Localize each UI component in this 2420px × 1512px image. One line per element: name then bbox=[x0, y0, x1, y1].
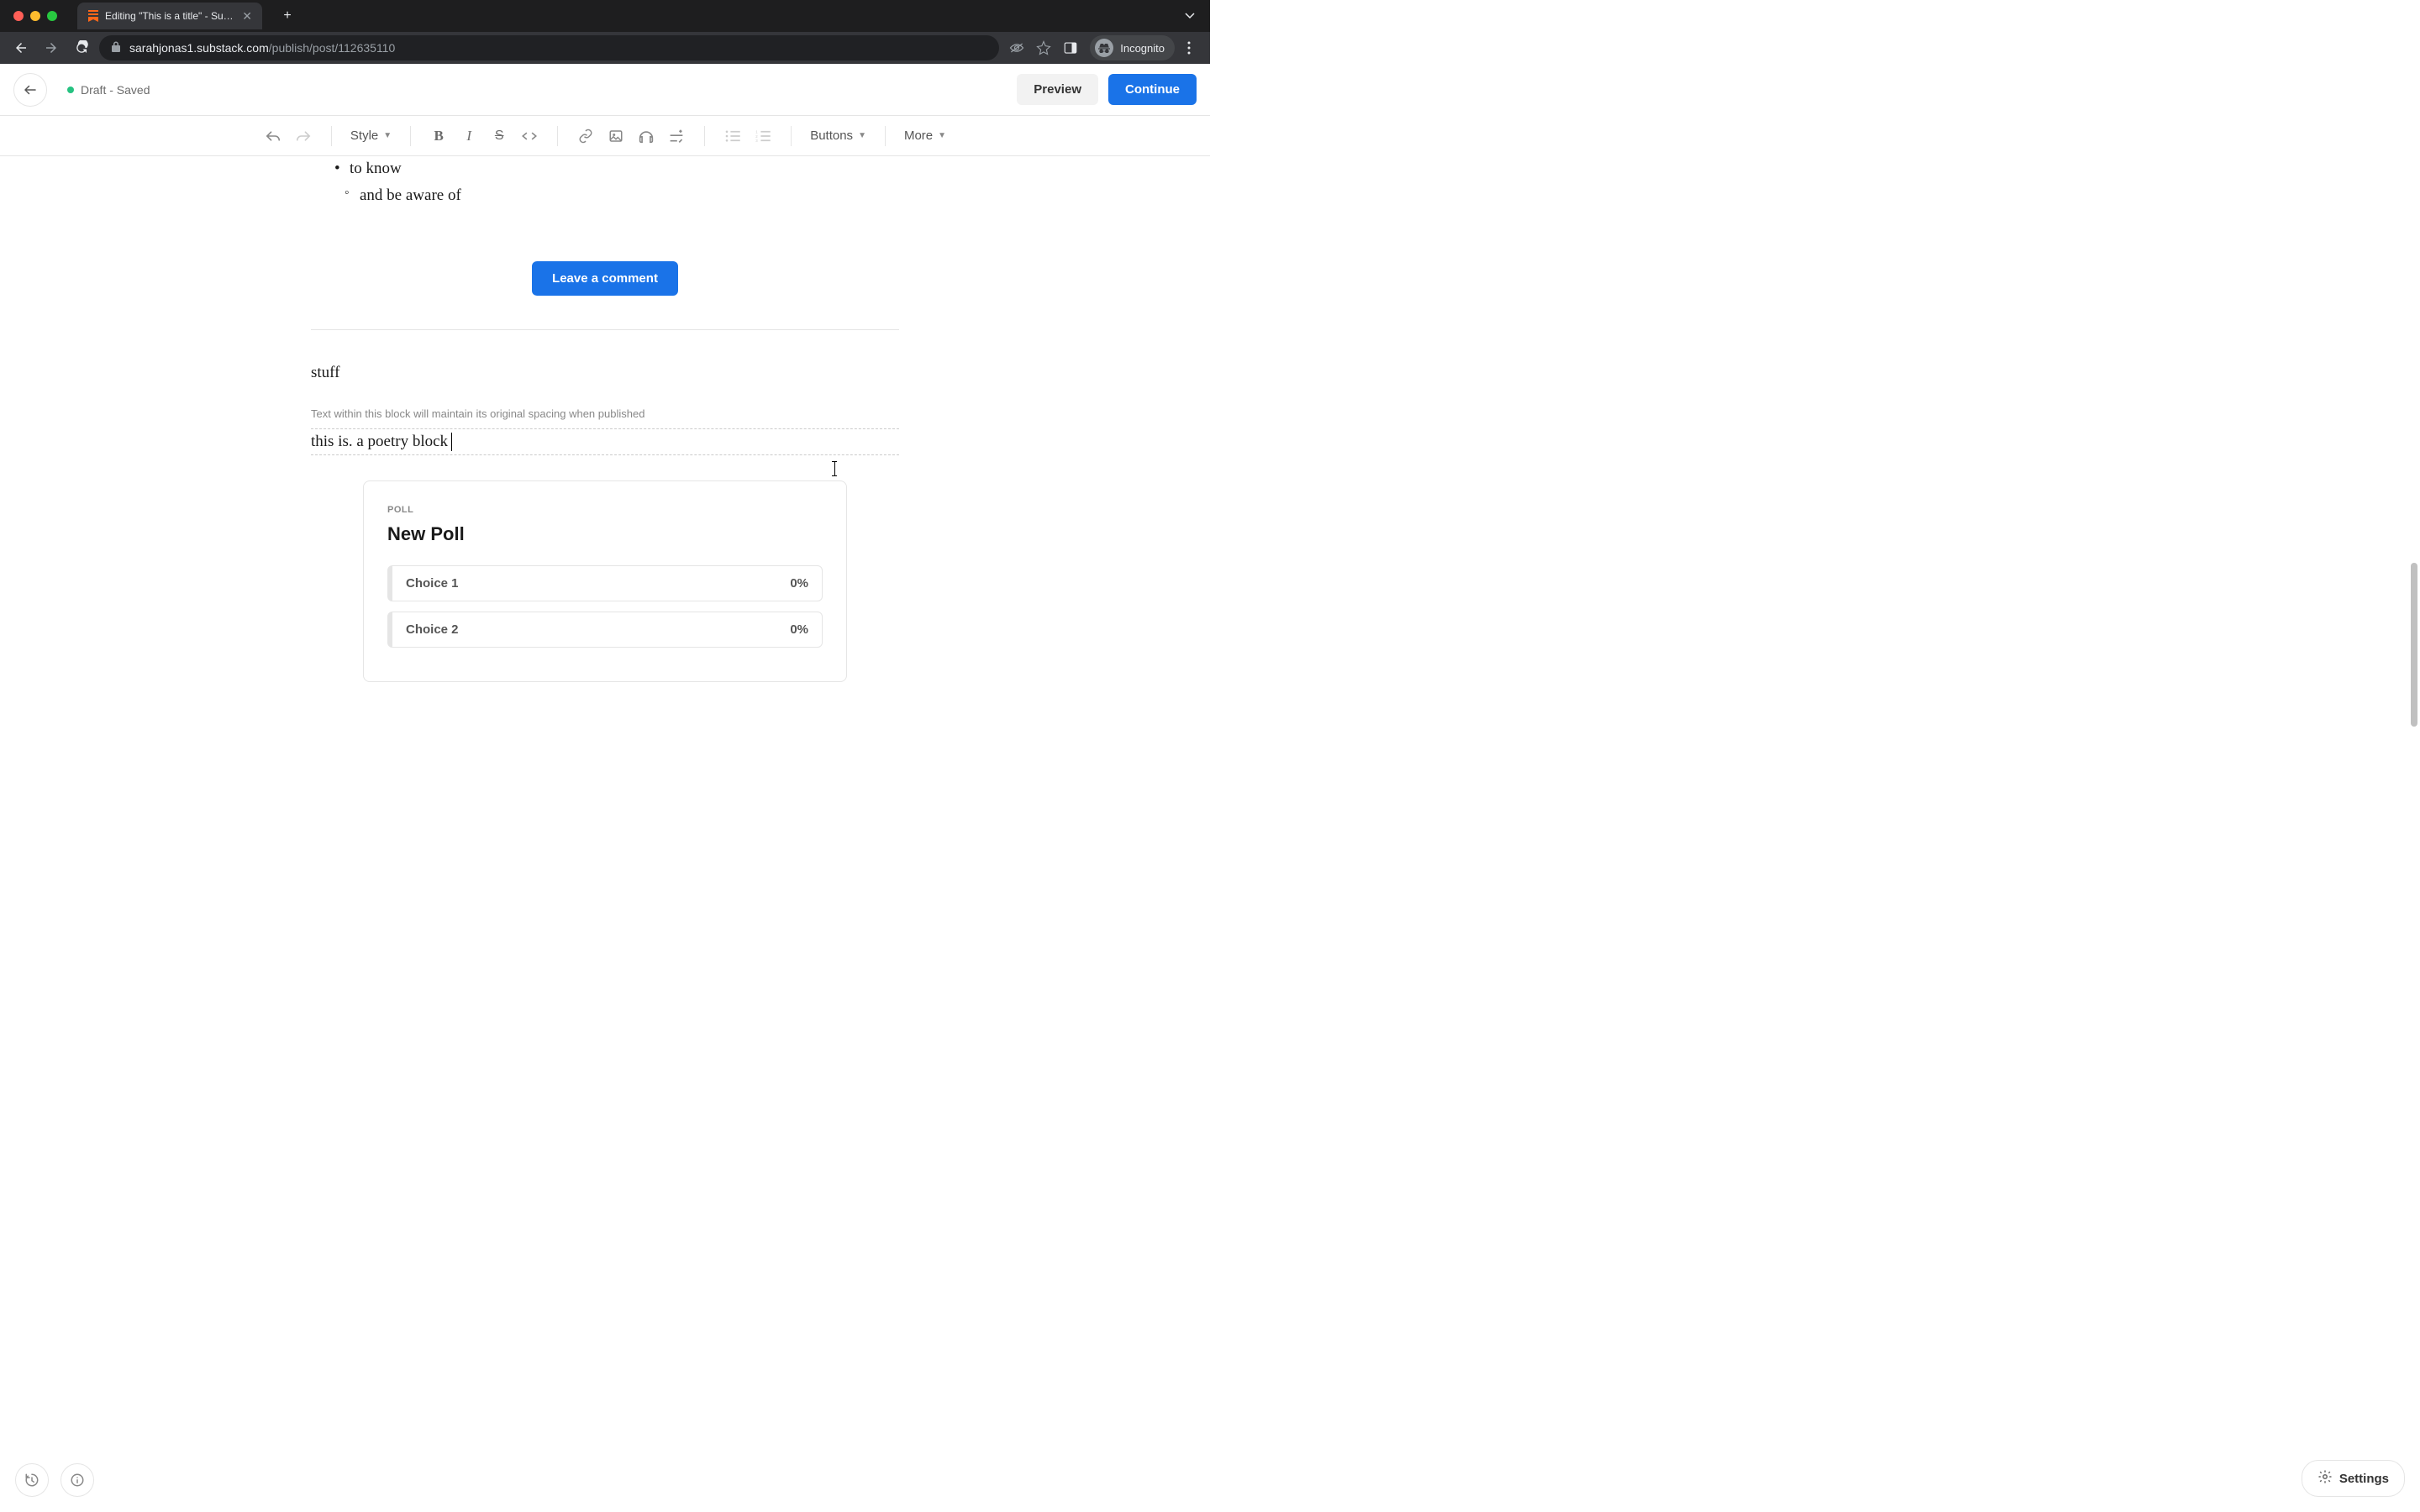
poll-choice[interactable]: Choice 1 0% bbox=[387, 565, 823, 601]
address-bar[interactable]: sarahjonas1.substack.com/publish/post/11… bbox=[99, 35, 999, 60]
window-close[interactable] bbox=[13, 11, 24, 21]
list-item[interactable]: to know bbox=[334, 156, 899, 181]
info-button[interactable] bbox=[60, 1463, 94, 1497]
poetry-button[interactable] bbox=[662, 122, 691, 150]
settings-label: Settings bbox=[2339, 1472, 2389, 1486]
code-button[interactable] bbox=[515, 122, 544, 150]
poll-choice-percent: 0% bbox=[790, 576, 808, 591]
poll-title[interactable]: New Poll bbox=[387, 523, 823, 545]
chevron-down-icon: ▼ bbox=[858, 131, 866, 140]
numbered-list-button[interactable]: 123 bbox=[749, 122, 777, 150]
style-dropdown[interactable]: Style ▼ bbox=[345, 122, 397, 150]
poetry-note: Text within this block will maintain its… bbox=[311, 407, 899, 420]
poll-label: POLL bbox=[387, 505, 823, 515]
poll-block[interactable]: POLL New Poll Choice 1 0% Choice 2 0% bbox=[363, 480, 847, 682]
poetry-text[interactable]: this is. a poetry block bbox=[311, 433, 899, 451]
window-maximize[interactable] bbox=[47, 11, 57, 21]
undo-button[interactable] bbox=[259, 122, 287, 150]
more-dropdown[interactable]: More ▼ bbox=[899, 122, 951, 150]
tab-close-icon[interactable]: ✕ bbox=[242, 9, 252, 24]
poll-choice-percent: 0% bbox=[790, 622, 808, 637]
incognito-label: Incognito bbox=[1120, 42, 1165, 55]
editor-insertion-cursor-icon bbox=[834, 461, 835, 476]
substack-favicon-icon bbox=[87, 10, 98, 22]
divider bbox=[311, 329, 899, 330]
continue-button[interactable]: Continue bbox=[1108, 74, 1197, 105]
link-button[interactable] bbox=[571, 122, 600, 150]
svg-text:1: 1 bbox=[755, 130, 758, 134]
editor-content[interactable]: to know and be aware of Leave a comment … bbox=[311, 156, 899, 716]
new-tab-button[interactable]: + bbox=[276, 8, 299, 24]
sub-bullet-list[interactable]: and be aware of bbox=[311, 181, 899, 210]
footer-left-controls bbox=[15, 1463, 94, 1497]
url-text: sarahjonas1.substack.com/publish/post/11… bbox=[129, 41, 395, 55]
image-button[interactable] bbox=[602, 122, 630, 150]
list-item[interactable]: and be aware of bbox=[345, 181, 899, 210]
back-button[interactable] bbox=[13, 73, 47, 107]
audio-button[interactable] bbox=[632, 122, 660, 150]
italic-button[interactable]: I bbox=[455, 122, 483, 150]
body-paragraph[interactable]: stuff bbox=[311, 364, 899, 382]
browser-menu-icon[interactable] bbox=[1176, 35, 1202, 60]
svg-text:3: 3 bbox=[755, 139, 758, 142]
browser-tab[interactable]: Editing "This is a title" - Subst... ✕ bbox=[77, 3, 262, 29]
side-panel-icon[interactable] bbox=[1058, 35, 1083, 60]
browser-toolbar: sarahjonas1.substack.com/publish/post/11… bbox=[0, 32, 1210, 64]
browser-back-button[interactable] bbox=[8, 35, 34, 60]
status-text: Draft - Saved bbox=[81, 83, 150, 97]
gear-icon bbox=[2317, 1469, 2333, 1488]
bullet-list-button[interactable] bbox=[718, 122, 747, 150]
strikethrough-button[interactable]: S bbox=[485, 122, 513, 150]
poll-choice-label: Choice 2 bbox=[406, 622, 459, 637]
browser-reload-button[interactable] bbox=[69, 35, 94, 60]
tab-title: Editing "This is a title" - Subst... bbox=[105, 10, 235, 22]
svg-text:2: 2 bbox=[755, 134, 758, 138]
text-cursor bbox=[451, 433, 452, 451]
window-minimize[interactable] bbox=[30, 11, 40, 21]
poll-choice-label: Choice 1 bbox=[406, 576, 459, 591]
leave-comment-button[interactable]: Leave a comment bbox=[532, 261, 678, 296]
bookmark-star-icon[interactable] bbox=[1031, 35, 1056, 60]
buttons-dropdown[interactable]: Buttons ▼ bbox=[805, 122, 871, 150]
tabs-dropdown-icon[interactable] bbox=[1173, 8, 1207, 24]
chevron-down-icon: ▼ bbox=[383, 131, 392, 140]
poll-choice[interactable]: Choice 2 0% bbox=[387, 612, 823, 648]
bold-button[interactable]: B bbox=[424, 122, 453, 150]
poetry-block[interactable]: Text within this block will maintain its… bbox=[311, 407, 899, 455]
redo-button[interactable] bbox=[289, 122, 318, 150]
tracking-icon[interactable] bbox=[1004, 35, 1029, 60]
preview-button[interactable]: Preview bbox=[1017, 74, 1098, 105]
window-controls bbox=[3, 11, 67, 21]
tabs-container: Editing "This is a title" - Subst... ✕ + bbox=[77, 0, 299, 32]
bullet-list[interactable]: to know bbox=[311, 156, 899, 181]
draft-status: Draft - Saved bbox=[67, 83, 150, 97]
lock-icon bbox=[111, 41, 121, 55]
history-button[interactable] bbox=[15, 1463, 49, 1497]
incognito-icon bbox=[1095, 39, 1113, 57]
settings-button[interactable]: Settings bbox=[2302, 1460, 2405, 1497]
incognito-badge[interactable]: Incognito bbox=[1090, 35, 1175, 60]
status-dot-icon bbox=[67, 87, 74, 93]
app-header: Draft - Saved Preview Continue bbox=[0, 64, 1210, 116]
scrollbar[interactable] bbox=[2411, 563, 2417, 727]
editor-toolbar: Style ▼ B I S 123 bbox=[0, 116, 1210, 156]
browser-tabs-bar: Editing "This is a title" - Subst... ✕ + bbox=[0, 0, 1210, 32]
browser-right-icons: Incognito bbox=[1004, 35, 1202, 60]
browser-forward-button[interactable] bbox=[39, 35, 64, 60]
chevron-down-icon: ▼ bbox=[938, 131, 946, 140]
